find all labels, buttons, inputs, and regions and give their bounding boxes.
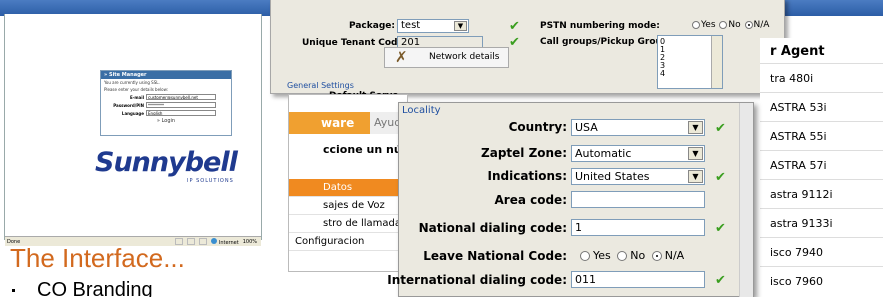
table-row[interactable]: ASTRA 53i <box>760 92 883 121</box>
login-header: » Site Manager <box>101 71 231 79</box>
table-row[interactable]: astra 9133i <box>760 208 883 237</box>
status-segment <box>198 238 207 245</box>
menu-item-datos[interactable]: Datos <box>289 179 409 197</box>
internet-zone: Internet <box>210 237 239 246</box>
scrollbar[interactable] <box>711 36 722 88</box>
leave-national-radio-group: Yes No N/A <box>577 249 684 262</box>
menu-tabs: ware Ayuda <box>289 112 409 134</box>
leave-radio-na[interactable] <box>651 251 662 261</box>
country-select[interactable]: USA ▼ <box>571 119 705 136</box>
menu-item-call-log[interactable]: stro de llamadas <box>289 215 409 233</box>
chevron-down-icon: ▼ <box>688 121 703 134</box>
password-field[interactable]: ******** <box>146 102 216 108</box>
package-select[interactable]: test ▼ <box>397 19 469 33</box>
table-row[interactable]: isco 7960 <box>760 266 883 295</box>
ssl-note: You are currently using SSL. <box>104 80 160 85</box>
slide-bullet: CO Branding <box>12 279 153 297</box>
language-label: Language <box>121 110 144 116</box>
table-row[interactable]: ASTRA 55i <box>760 121 883 150</box>
bullet-dot <box>12 289 15 293</box>
indications-label: Indications: <box>487 169 568 183</box>
tenant-settings-panel: Package: test ▼ ✔ Unique Tenant Code: 201… <box>270 0 785 101</box>
tools-icon: ✗ <box>395 48 408 66</box>
leave-radio-yes[interactable] <box>580 251 590 261</box>
intl-code-field[interactable]: 011 <box>571 271 705 288</box>
pstn-label: PSTN numbering mode: <box>540 21 660 31</box>
locality-panel: Locality Country: USA ▼ ✔ Zaptel Zone: Au… <box>387 102 754 297</box>
logo-tagline: IP SOLUTIONS <box>187 178 234 184</box>
national-code-label: National dialing code: <box>418 221 567 235</box>
intl-code-label: International dialing code: <box>387 273 567 287</box>
chevron-down-icon: ▼ <box>688 170 703 183</box>
country-label: Country: <box>508 120 567 134</box>
indications-select[interactable]: United States ▼ <box>571 168 705 185</box>
check-icon: ✔ <box>715 170 726 185</box>
area-code-label: Area code: <box>494 193 567 207</box>
national-code-field[interactable]: 1 <box>571 219 705 236</box>
package-label: Package: <box>349 21 395 31</box>
check-icon: ✔ <box>715 221 726 236</box>
check-icon: ✔ <box>509 19 520 34</box>
agent-table: r Agent tra 480i ASTRA 53i ASTRA 55i AST… <box>760 38 883 297</box>
menu-item-configuracion[interactable]: Configuracion <box>289 233 409 251</box>
language-select[interactable]: English <box>146 110 216 116</box>
table-row[interactable]: tra 480i <box>760 63 883 92</box>
leave-national-label: Leave National Code: <box>423 249 567 263</box>
check-icon: ✔ <box>715 121 726 136</box>
pstn-radio-no[interactable] <box>719 20 728 29</box>
network-details-button[interactable]: ✗ Network details <box>384 47 509 68</box>
status-segment <box>186 238 195 245</box>
chevron-down-icon: ▼ <box>454 21 467 31</box>
chevron-down-icon: ▼ <box>688 147 703 160</box>
pstn-radio-yes[interactable] <box>692 20 700 29</box>
menu-panel: ware Ayuda ccione un núm Datos sajes de … <box>288 94 413 272</box>
zaptel-zone-select[interactable]: Automatic ▼ <box>571 145 705 162</box>
general-settings-heading: General Settings <box>287 81 354 90</box>
leave-radio-no[interactable] <box>617 251 628 261</box>
table-row[interactable]: ASTRA 57i <box>760 150 883 179</box>
pstn-radio-group: Yes No N/A <box>691 20 769 30</box>
locality-title: Locality <box>402 105 441 116</box>
email-field[interactable]: customer@sunnybell.net <box>146 94 216 100</box>
password-label: Password/PIN <box>113 102 144 108</box>
login-box: » Site Manager You are currently using S… <box>100 70 232 136</box>
check-icon: ✔ <box>715 273 726 288</box>
login-link[interactable]: » Login <box>101 117 231 124</box>
zoom-level[interactable]: 100% <box>243 239 257 245</box>
table-row[interactable]: isco 7940 <box>760 237 883 266</box>
browser-screenshot: » Site Manager You are currently using S… <box>4 14 262 246</box>
slide-title: The Interface... <box>10 243 185 273</box>
email-label: E-mail <box>129 94 144 100</box>
menu-item-voicemail[interactable]: sajes de Voz <box>289 197 409 215</box>
globe-icon <box>210 237 217 244</box>
sunnybell-logo: Sunnybell IP SOLUTIONS <box>95 147 245 192</box>
table-row[interactable]: astra 9112i <box>760 179 883 208</box>
check-icon: ✔ <box>509 35 520 50</box>
login-prompt: Please enter your details below: <box>104 87 169 92</box>
area-code-field[interactable] <box>571 191 705 208</box>
callgroups-list[interactable]: 0 1 2 3 4 <box>657 35 723 89</box>
zaptel-zone-label: Zaptel Zone: <box>481 146 567 160</box>
logo-wordmark: Sunnybell <box>95 147 238 178</box>
tab-software[interactable]: ware <box>289 112 370 134</box>
agent-header: r Agent <box>770 44 825 59</box>
pstn-radio-na[interactable] <box>744 20 753 29</box>
scrollbar[interactable] <box>739 103 753 297</box>
